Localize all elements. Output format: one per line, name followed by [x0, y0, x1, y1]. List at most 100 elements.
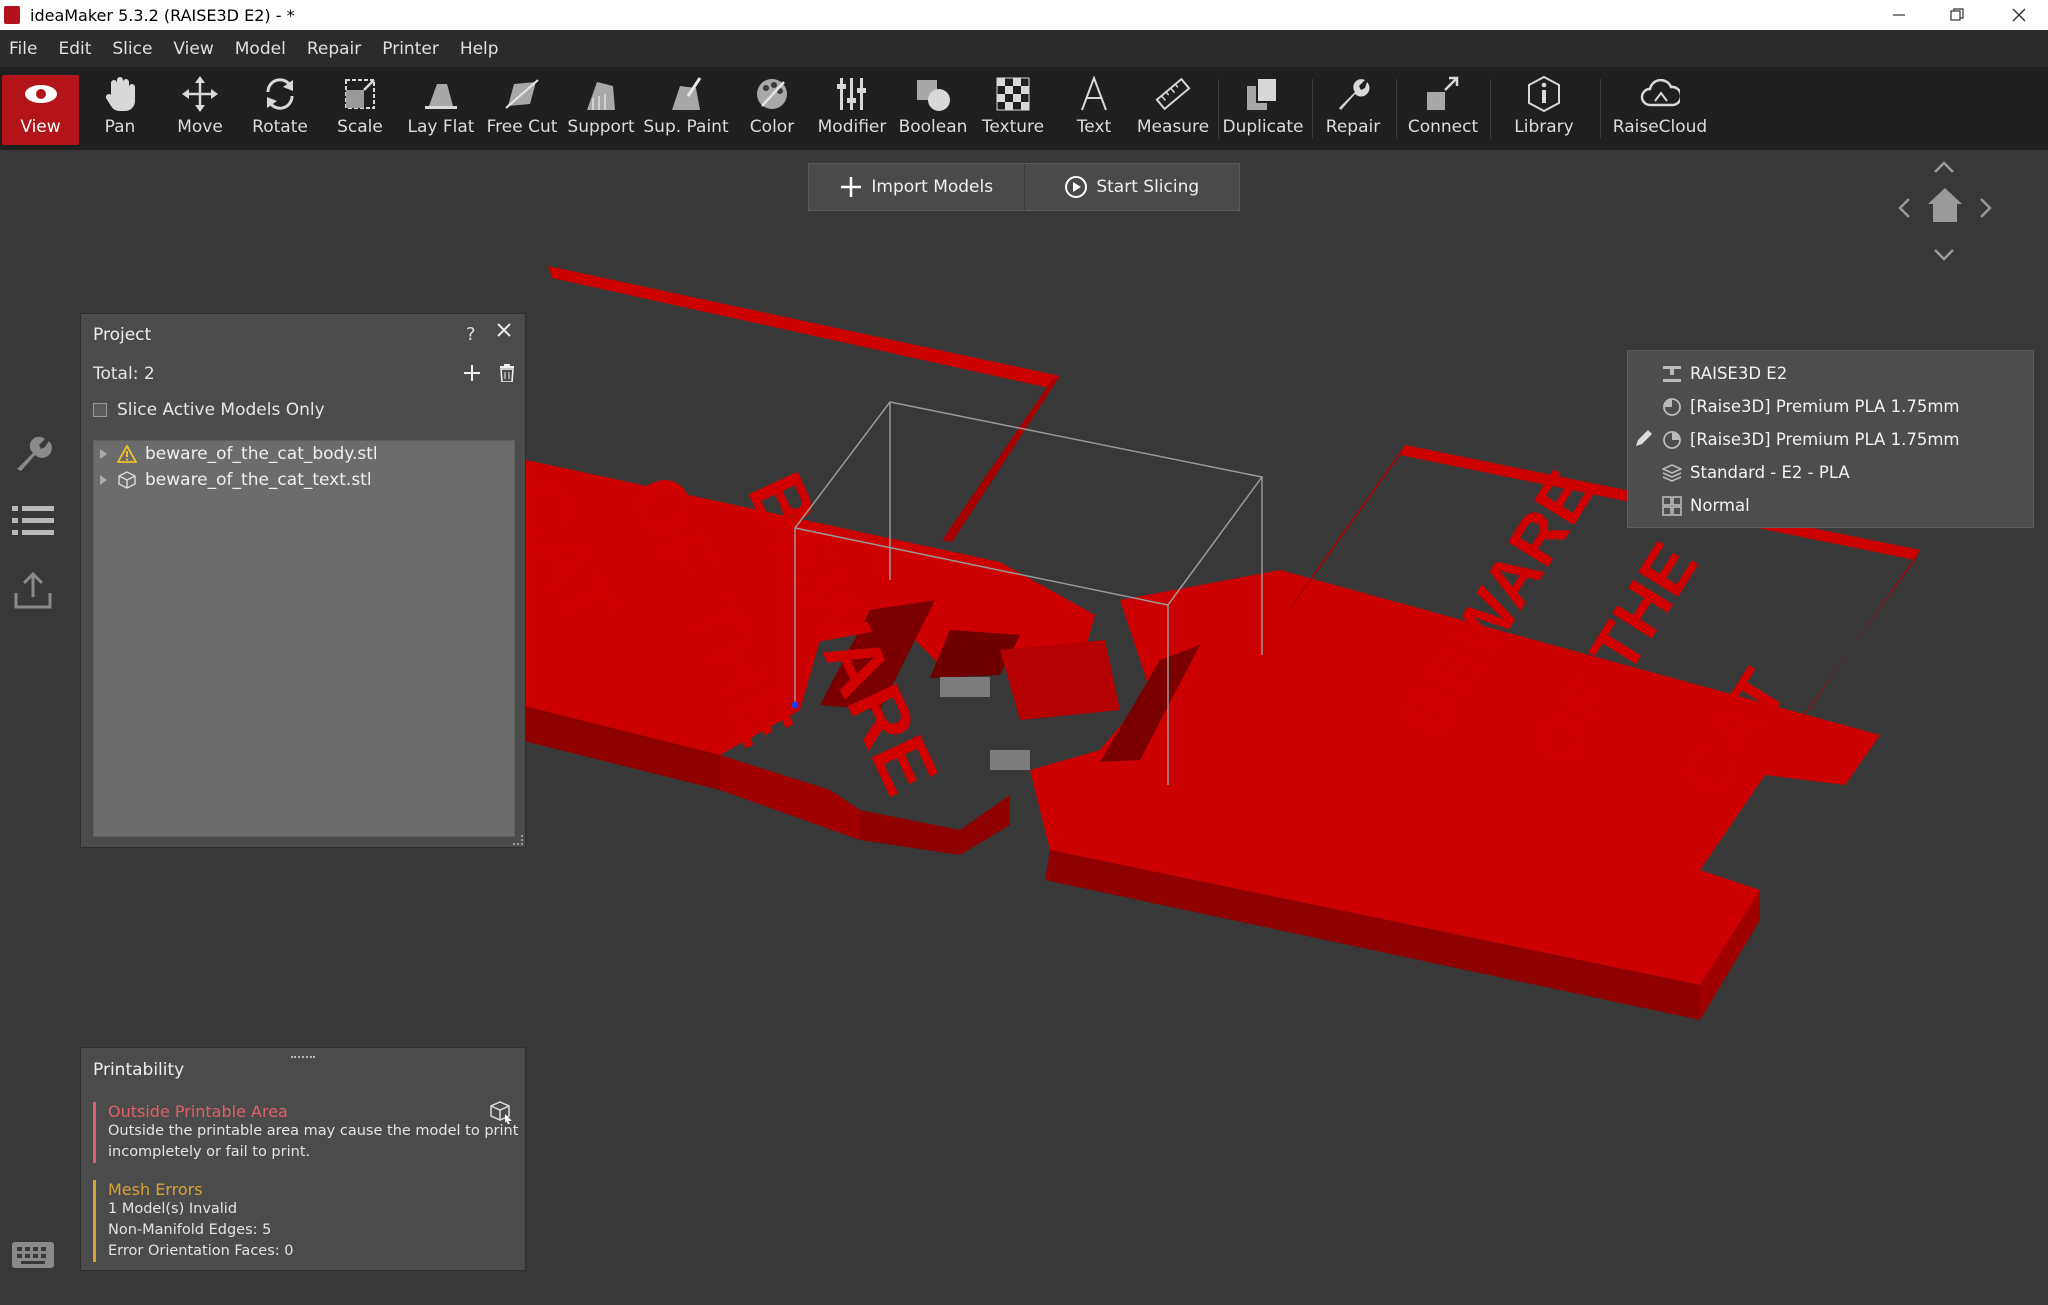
list-item[interactable]: beware_of_the_cat_body.stl	[94, 441, 514, 467]
nav-home-button[interactable]	[1926, 186, 1964, 231]
restore-button[interactable]	[1928, 0, 1986, 30]
start-slicing-button[interactable]: Start Slicing	[1023, 164, 1240, 210]
profile-printer-row[interactable]: RAISE3D E2	[1628, 357, 2033, 390]
title-bar: ideaMaker 5.3.2 (RAISE3D E2) - *	[0, 0, 2048, 30]
expand-arrow-icon[interactable]	[100, 449, 107, 459]
cube-icon	[117, 470, 137, 490]
menu-repair[interactable]: Repair	[304, 35, 364, 63]
expand-arrow-icon[interactable]	[100, 475, 107, 485]
tool-connect[interactable]: Connect	[1404, 75, 1482, 145]
menu-help[interactable]: Help	[457, 35, 502, 63]
close-window-button[interactable]	[1990, 0, 2048, 30]
tool-move[interactable]: Move	[168, 75, 232, 145]
toolbar-separator	[1490, 79, 1491, 139]
texture-icon	[993, 75, 1033, 113]
profile-template: Standard - E2 - PLA	[1690, 463, 1850, 482]
app-logo-icon	[4, 6, 20, 24]
file-name: beware_of_the_cat_text.stl	[145, 470, 372, 490]
side-settings-button[interactable]	[10, 430, 56, 476]
profile-filament-right: [Raise3D] Premium PLA 1.75mm	[1690, 430, 1960, 449]
list-item[interactable]: beware_of_the_cat_text.stl	[94, 467, 514, 493]
tool-texture[interactable]: Texture	[978, 75, 1048, 145]
tool-scale[interactable]: Scale	[328, 75, 392, 145]
menu-printer[interactable]: Printer	[379, 35, 442, 63]
tool-support-paint[interactable]: Sup. Paint	[643, 75, 729, 145]
tool-rotate[interactable]: Rotate	[248, 75, 312, 145]
file-name: beware_of_the_cat_body.stl	[145, 444, 378, 464]
profile-quality-row[interactable]: Normal	[1628, 489, 2033, 522]
delete-model-button[interactable]	[499, 364, 515, 387]
menu-view[interactable]: View	[170, 35, 216, 63]
filament-spool-icon	[1662, 397, 1682, 417]
toolbar-separator	[1396, 79, 1397, 139]
slice-active-only-checkbox[interactable]	[93, 403, 107, 417]
close-icon	[497, 323, 511, 337]
menu-file[interactable]: File	[6, 35, 40, 63]
modifier-icon	[832, 75, 872, 113]
toolbar-separator	[1312, 79, 1313, 139]
tool-text[interactable]: Text	[1064, 75, 1124, 145]
home-icon	[1928, 188, 1962, 222]
hand-icon	[100, 75, 140, 113]
move-arrows-icon	[180, 75, 220, 113]
printability-title: Printability	[93, 1060, 185, 1080]
project-total-row: Total: 2	[81, 356, 525, 392]
tool-lay-flat[interactable]: Lay Flat	[406, 75, 476, 145]
tool-measure[interactable]: Measure	[1136, 75, 1210, 145]
side-export-button[interactable]	[10, 568, 56, 614]
menu-edit[interactable]: Edit	[55, 35, 94, 63]
chevron-up-icon	[1934, 161, 1954, 173]
tool-raisecloud[interactable]: RaiseCloud	[1613, 75, 1707, 145]
profile-filament-right-row[interactable]: [Raise3D] Premium PLA 1.75mm	[1628, 423, 2033, 456]
add-model-button[interactable]	[463, 364, 481, 387]
tool-free-cut[interactable]: Free Cut	[484, 75, 560, 145]
issue-desc-line: Outside the printable area may cause the…	[108, 1123, 519, 1139]
tool-boolean[interactable]: Boolean	[898, 75, 968, 145]
library-icon	[1524, 75, 1564, 113]
profile-template-row[interactable]: Standard - E2 - PLA	[1628, 456, 2033, 489]
toolbar-separator	[1218, 79, 1219, 139]
window-title: ideaMaker 5.3.2 (RAISE3D E2) - *	[30, 5, 295, 25]
issue-title: Outside Printable Area	[108, 1102, 288, 1121]
side-list-button[interactable]	[10, 498, 56, 544]
eye-icon	[21, 75, 61, 113]
support-icon	[581, 75, 621, 113]
minimize-button[interactable]	[1870, 0, 1928, 30]
panel-drag-handle[interactable]	[291, 1056, 315, 1059]
chevron-down-icon	[1934, 249, 1954, 261]
import-models-button[interactable]: Import Models	[809, 164, 1024, 210]
tool-support[interactable]: Support	[567, 75, 635, 145]
edit-pencil-icon	[1634, 428, 1654, 452]
tool-view[interactable]: View	[2, 75, 79, 145]
nav-down-button[interactable]	[1932, 238, 1956, 270]
keyboard-shortcuts-button[interactable]	[10, 1238, 56, 1272]
keyboard-icon	[12, 1242, 54, 1268]
printability-panel: Printability Outside Printable Area Outs…	[80, 1047, 526, 1271]
tool-color[interactable]: Color	[744, 75, 800, 145]
panel-resize-handle[interactable]	[513, 835, 523, 845]
issue-outside-area: Outside Printable Area Outside the print…	[93, 1102, 518, 1163]
slice-active-only-label: Slice Active Models Only	[117, 400, 325, 420]
nav-up-button[interactable]	[1932, 150, 1956, 182]
nav-left-button[interactable]	[1896, 195, 1912, 227]
slice-active-only-row[interactable]: Slice Active Models Only	[81, 392, 525, 428]
project-panel: Project ? Total: 2 Slice Active Models O…	[80, 313, 526, 848]
tool-pan[interactable]: Pan	[88, 75, 152, 145]
nav-right-button[interactable]	[1978, 195, 1994, 227]
issue-desc-line: Error Orientation Faces: 0	[108, 1243, 294, 1259]
menu-slice[interactable]: Slice	[109, 35, 155, 63]
list-icon	[12, 506, 54, 535]
project-header: Project ?	[81, 314, 525, 356]
project-close-button[interactable]	[496, 322, 512, 343]
menu-model[interactable]: Model	[232, 35, 289, 63]
project-help-button[interactable]: ?	[466, 324, 476, 345]
main-toolbar: View Pan Move Rotate Scale Lay Flat Free…	[0, 67, 2048, 150]
issue-desc-line: 1 Model(s) Invalid	[108, 1201, 238, 1217]
grid-quality-icon	[1662, 495, 1682, 516]
tool-library[interactable]: Library	[1504, 75, 1584, 145]
tool-duplicate[interactable]: Duplicate	[1223, 75, 1304, 145]
profile-filament-left-row[interactable]: [Raise3D] Premium PLA 1.75mm	[1628, 390, 2033, 423]
profile-printer: RAISE3D E2	[1690, 364, 1788, 383]
tool-modifier[interactable]: Modifier	[812, 75, 892, 145]
tool-repair[interactable]: Repair	[1318, 75, 1388, 145]
